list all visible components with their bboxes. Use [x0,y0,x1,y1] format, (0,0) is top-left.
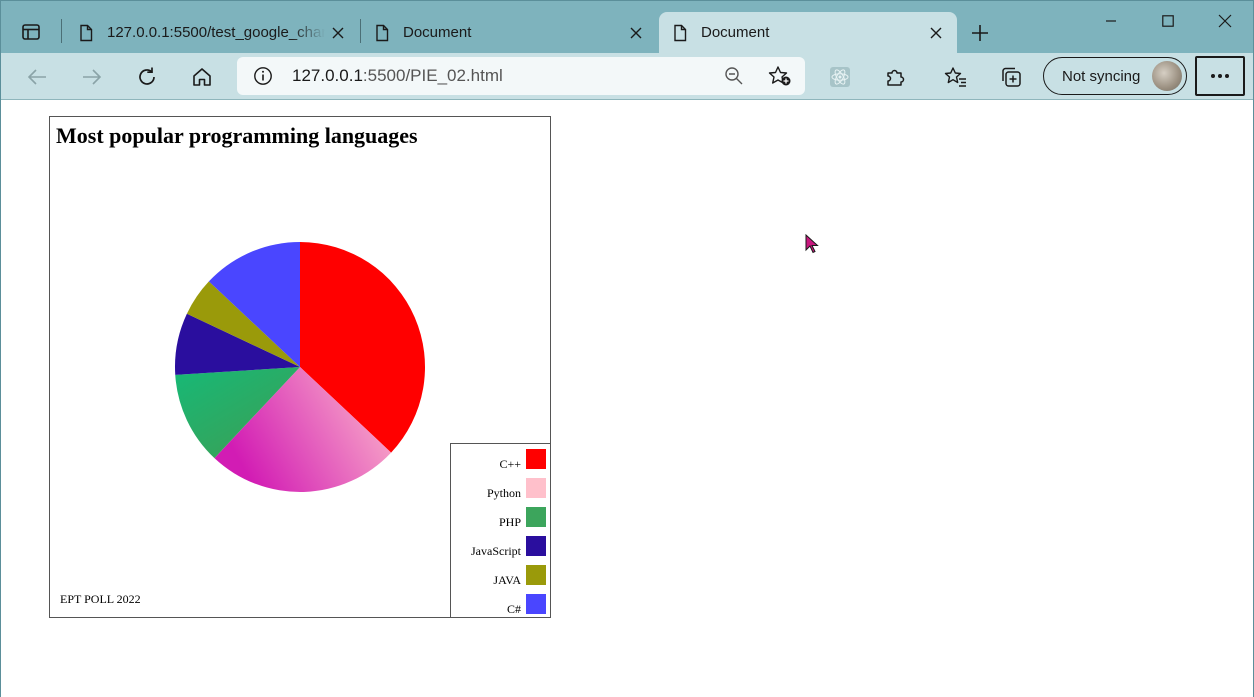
page-content: Most popular programming languages C++ Py… [1,101,1253,697]
home-button[interactable] [184,59,220,95]
legend-swatch [526,478,546,498]
close-tab-icon[interactable] [923,20,949,46]
page-icon [376,24,389,41]
legend-label: PHP [498,514,521,529]
tab-test-google-charts[interactable]: 127.0.0.1:5500/test_google_charts.html [65,12,359,53]
legend-label: JAVA [493,572,521,587]
puzzle-icon [887,69,905,86]
home-icon [193,68,211,86]
maximize-icon [1162,15,1174,27]
legend-swatch [526,536,546,556]
legend-swatch [526,507,546,527]
legend-item: C++ [499,449,546,471]
extensions-button[interactable] [877,59,913,95]
legend-item: PHP [498,507,546,529]
tab-document-active[interactable]: Document [659,12,957,53]
close-icon [1218,14,1232,28]
add-favorite-icon[interactable] [768,65,792,87]
react-devtools-extension-button[interactable] [822,59,858,95]
tab-title: Document [701,24,770,41]
address-bar[interactable]: 127.0.0.1:5500/PIE_02.html [237,57,805,95]
settings-and-more-button[interactable] [1195,56,1245,96]
url-path: :5500/PIE_02.html [362,66,503,85]
page-icon [674,24,687,41]
avatar [1152,61,1182,91]
legend-label: C# [506,601,521,616]
browser-window: 127.0.0.1:5500/test_google_charts.html D… [0,0,1254,697]
legend-item: JAVA [493,565,546,587]
minimize-button[interactable] [1083,1,1139,41]
tab-strip: 127.0.0.1:5500/test_google_charts.html D… [1,1,1253,53]
refresh-icon [139,67,155,85]
legend-swatch [526,594,546,614]
forward-arrow-icon [83,69,102,85]
close-tab-icon[interactable] [623,20,649,46]
tab-title: Document [403,24,472,41]
url-host: 127.0.0.1 [292,66,363,85]
legend-label: C++ [499,456,521,471]
chart-container: Most popular programming languages C++ Py… [49,116,551,618]
back-arrow-icon [27,69,46,85]
close-window-button[interactable] [1197,1,1253,41]
chart-title: Most popular programming languages [56,123,418,148]
minimize-icon [1106,20,1116,22]
collections-icon [1002,67,1021,87]
tab-document[interactable]: Document [361,12,657,53]
favorites-button[interactable] [938,59,974,95]
tab-title: 127.0.0.1:5500/test_google_charts.html [107,24,325,41]
mouse-cursor-icon [805,234,819,254]
forward-button[interactable] [74,59,110,95]
tab-separator [61,19,62,43]
back-button[interactable] [19,59,55,95]
info-icon[interactable] [253,66,273,86]
legend-label: Python [486,485,521,500]
collections-button[interactable] [993,59,1029,95]
legend-item: C# [506,594,546,616]
new-tab-button[interactable] [964,17,996,49]
tab-actions-button[interactable] [11,15,51,49]
url-text[interactable]: 127.0.0.1:5500/PIE_02.html [292,66,503,86]
tab-actions-icon [22,24,40,40]
profile-sync-button[interactable]: Not syncing [1043,57,1187,95]
chart-legend: C++ Python PHP JavaScript JAVA C# [450,443,551,618]
sync-status-label: Not syncing [1062,67,1141,85]
legend-swatch [526,565,546,585]
favorites-icon [944,67,966,87]
legend-swatch [526,449,546,469]
maximize-button[interactable] [1140,1,1196,41]
refresh-button[interactable] [129,59,165,95]
plus-icon [972,25,988,41]
close-tab-icon[interactable] [325,20,351,46]
legend-label: JavaScript [471,543,521,558]
legend-item: JavaScript [471,536,546,558]
zoom-out-icon[interactable] [724,66,744,86]
more-icon [1211,74,1229,78]
toolbar: 127.0.0.1:5500/PIE_02.html Not syncing [1,53,1253,100]
legend-item: Python [486,478,546,500]
chart-source: EPT POLL 2022 [60,592,141,606]
react-icon [830,67,850,87]
page-icon [80,24,93,41]
